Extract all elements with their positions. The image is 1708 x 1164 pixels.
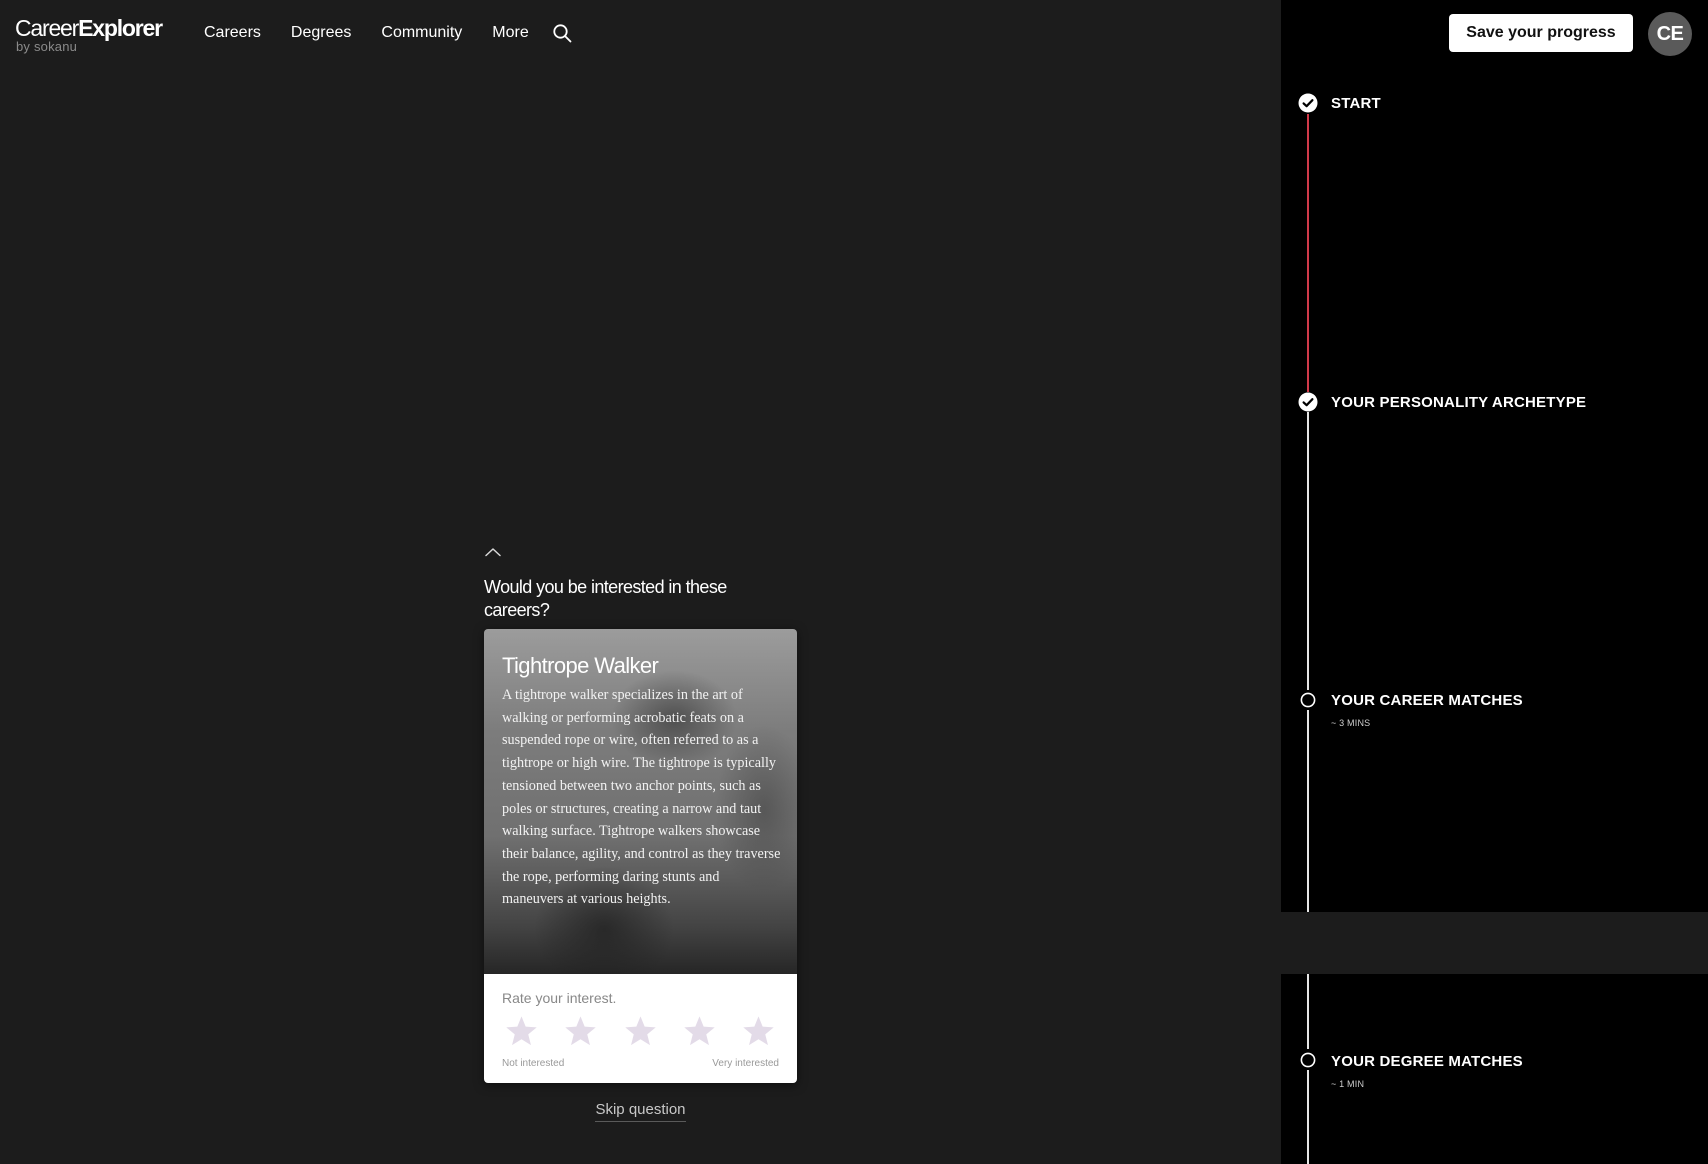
scale-min-label: Not interested — [502, 1058, 565, 1069]
career-title: Tightrope Walker — [502, 653, 659, 678]
logo-brand-bold: Explorer — [78, 15, 163, 41]
star-icon[interactable] — [682, 1015, 717, 1048]
nav-item-community[interactable]: Community — [381, 24, 462, 42]
career-description: A tightrope walker specializes in the ar… — [502, 687, 781, 908]
check-circle-icon — [1298, 93, 1318, 113]
scale-max-label: Very interested — [712, 1058, 779, 1069]
save-progress-button[interactable]: Save your progress — [1449, 14, 1633, 52]
rate-label: Rate your interest. — [502, 990, 617, 1006]
star-rating — [504, 1015, 776, 1048]
nav-links: Careers Degrees Community More — [204, 24, 559, 42]
progress-sidebar: Save your progress CE START YOUR PERSONA… — [1281, 0, 1708, 1164]
nav-item-degrees[interactable]: Degrees — [291, 24, 351, 42]
rating-panel: Rate your interest. Not interested Very … — [484, 974, 797, 1083]
nav-item-careers[interactable]: Careers — [204, 24, 261, 42]
sidebar-band — [1281, 912, 1708, 974]
timeline-step-duration: ~ 1 MIN — [1331, 1079, 1365, 1089]
timeline-line — [1307, 412, 1309, 690]
timeline-step-duration: ~ 3 MINS — [1331, 718, 1371, 728]
top-nav: CareerExplorer by sokanu Careers Degrees… — [0, 0, 1281, 68]
timeline-line-active — [1307, 114, 1309, 392]
timeline-step-label: YOUR DEGREE MATCHES — [1331, 1053, 1523, 1070]
star-icon[interactable] — [741, 1015, 776, 1048]
check-circle-icon — [1298, 392, 1318, 412]
nav-item-more[interactable]: More — [492, 24, 528, 42]
timeline-line — [1307, 710, 1309, 912]
empty-circle-icon — [1300, 692, 1316, 708]
search-icon[interactable] — [552, 23, 572, 43]
star-icon[interactable] — [563, 1015, 598, 1048]
logo-brand-light: Career — [15, 15, 79, 41]
timeline-line — [1307, 1070, 1309, 1164]
logo[interactable]: CareerExplorer by sokanu — [15, 15, 163, 54]
career-card: Tightrope Walker A tightrope walker spec… — [484, 629, 797, 1083]
question-text: Would you be interested in these careers… — [484, 577, 727, 620]
skip-question-label: Skip question — [595, 1101, 686, 1122]
avatar[interactable]: CE — [1648, 12, 1692, 56]
star-icon[interactable] — [623, 1015, 658, 1048]
page: CareerExplorer by sokanu Careers Degrees… — [0, 0, 1708, 1164]
chevron-up-icon[interactable] — [484, 546, 502, 558]
timeline-step-label: YOUR PERSONALITY ARCHETYPE — [1331, 394, 1587, 411]
career-card-image: Tightrope Walker A tightrope walker spec… — [484, 629, 797, 974]
timeline-step-label: YOUR CAREER MATCHES — [1331, 692, 1523, 709]
logo-subtitle: by sokanu — [16, 39, 78, 54]
logo-wordmark: CareerExplorer — [15, 15, 163, 41]
timeline-line — [1307, 974, 1309, 1049]
skip-question-link[interactable]: Skip question — [484, 1101, 797, 1122]
timeline-step-label: START — [1331, 95, 1381, 112]
empty-circle-icon — [1300, 1052, 1316, 1068]
star-icon[interactable] — [504, 1015, 539, 1048]
